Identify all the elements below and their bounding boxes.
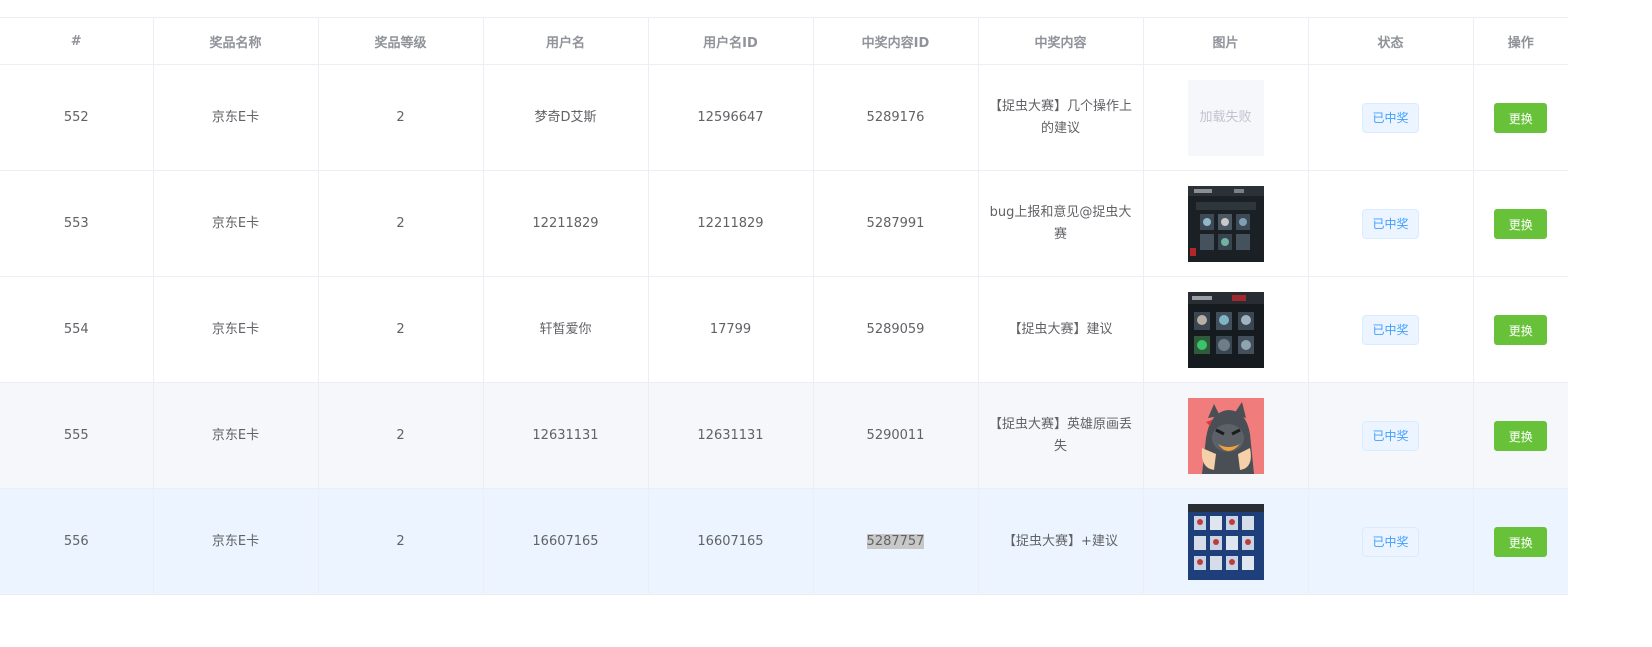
header-status[interactable]: 状态 xyxy=(1308,17,1474,65)
cell-user-id: 12596647 xyxy=(648,64,814,171)
game-screenshot-thumbnail[interactable] xyxy=(1187,185,1264,262)
cell-prize-level: 2 xyxy=(318,276,484,383)
cell-prize-level: 2 xyxy=(318,64,484,171)
cell-index: 552 xyxy=(0,64,154,171)
cell-image xyxy=(1143,488,1309,595)
status-badge: 已中奖 xyxy=(1362,314,1419,345)
status-badge: 已中奖 xyxy=(1362,102,1419,133)
game-screenshot-image xyxy=(1187,185,1264,262)
cell-image xyxy=(1143,170,1309,277)
table-row[interactable]: 555 京东E卡 2 12631131 12631131 5290011 【捉虫… xyxy=(0,382,1568,489)
cell-prize-level: 2 xyxy=(318,170,484,277)
header-prize-name[interactable]: 奖品名称 xyxy=(153,17,319,65)
cell-prize-name: 京东E卡 xyxy=(153,382,319,489)
cell-prize-name: 京东E卡 xyxy=(153,170,319,277)
cell-prize-level: 2 xyxy=(318,488,484,595)
cell-content-id: 5289059 xyxy=(813,276,979,383)
cell-content[interactable]: 【捉虫大赛】建议 xyxy=(978,276,1144,383)
cell-index: 555 xyxy=(0,382,154,489)
cell-status: 已中奖 xyxy=(1308,382,1474,489)
game-screenshot-thumbnail[interactable] xyxy=(1187,291,1264,368)
cell-username: 12631131 xyxy=(483,382,649,489)
game-screenshot-image xyxy=(1187,503,1264,580)
cell-index: 556 xyxy=(0,488,154,595)
cell-user-id: 12211829 xyxy=(648,170,814,277)
cell-action: 更换 xyxy=(1473,276,1568,383)
cartoon-avatar-image xyxy=(1187,397,1264,474)
cell-action: 更换 xyxy=(1473,170,1568,277)
header-index[interactable]: # xyxy=(0,17,154,65)
table-row[interactable]: 554 京东E卡 2 轩皙爱你 17799 5289059 【捉虫大赛】建议 已… xyxy=(0,276,1568,383)
cell-action: 更换 xyxy=(1473,64,1568,171)
header-action[interactable]: 操作 xyxy=(1473,17,1568,65)
header-user-id[interactable]: 用户名ID xyxy=(648,17,814,65)
header-prize-level[interactable]: 奖品等级 xyxy=(318,17,484,65)
cell-content-id: 5287991 xyxy=(813,170,979,277)
cell-user-id: 17799 xyxy=(648,276,814,383)
cell-username: 12211829 xyxy=(483,170,649,277)
cartoon-avatar-thumbnail[interactable] xyxy=(1187,397,1264,474)
table-header-row: # 奖品名称 奖品等级 用户名 用户名ID 中奖内容ID 中奖内容 图片 状态 … xyxy=(0,17,1568,65)
cell-image: 加载失败 xyxy=(1143,64,1309,171)
change-button[interactable]: 更换 xyxy=(1494,208,1548,239)
cell-index: 553 xyxy=(0,170,154,277)
cell-content[interactable]: 【捉虫大赛】几个操作上的建议 xyxy=(978,64,1144,171)
status-badge: 已中奖 xyxy=(1362,526,1419,557)
table-row[interactable]: 552 京东E卡 2 梦奇D艾斯 12596647 5289176 【捉虫大赛】… xyxy=(0,64,1568,171)
header-content-id[interactable]: 中奖内容ID xyxy=(813,17,979,65)
cell-content[interactable]: 【捉虫大赛】+建议 xyxy=(978,488,1144,595)
cell-status: 已中奖 xyxy=(1308,170,1474,277)
status-badge: 已中奖 xyxy=(1362,420,1419,451)
cell-action: 更换 xyxy=(1473,488,1568,595)
header-content[interactable]: 中奖内容 xyxy=(978,17,1144,65)
cell-status: 已中奖 xyxy=(1308,64,1474,171)
change-button[interactable]: 更换 xyxy=(1494,314,1548,345)
change-button[interactable]: 更换 xyxy=(1494,526,1548,557)
cell-prize-name: 京东E卡 xyxy=(153,64,319,171)
change-button[interactable]: 更换 xyxy=(1494,102,1548,133)
cell-content[interactable]: bug上报和意见@捉虫大赛 xyxy=(978,170,1144,277)
cell-user-id: 16607165 xyxy=(648,488,814,595)
cell-status: 已中奖 xyxy=(1308,488,1474,595)
image-load-failed-placeholder[interactable]: 加载失败 xyxy=(1187,79,1264,156)
cell-username: 梦奇D艾斯 xyxy=(483,64,649,171)
cell-prize-level: 2 xyxy=(318,382,484,489)
game-screenshot-thumbnail[interactable] xyxy=(1187,503,1264,580)
cell-username: 轩皙爱你 xyxy=(483,276,649,383)
cell-content-id: 5289176 xyxy=(813,64,979,171)
prize-table-wrapper: # 奖品名称 奖品等级 用户名 用户名ID 中奖内容ID 中奖内容 图片 状态 … xyxy=(0,17,1568,595)
cell-image xyxy=(1143,382,1309,489)
selected-content-id[interactable]: 5287757 xyxy=(866,533,925,549)
cell-content-id: 5287757 xyxy=(813,488,979,595)
table-row[interactable]: 553 京东E卡 2 12211829 12211829 5287991 bug… xyxy=(0,170,1568,277)
prize-winners-table: # 奖品名称 奖品等级 用户名 用户名ID 中奖内容ID 中奖内容 图片 状态 … xyxy=(0,17,1568,595)
cell-content-id: 5290011 xyxy=(813,382,979,489)
status-badge: 已中奖 xyxy=(1362,208,1419,239)
cell-username: 16607165 xyxy=(483,488,649,595)
header-image[interactable]: 图片 xyxy=(1143,17,1309,65)
header-username[interactable]: 用户名 xyxy=(483,17,649,65)
cell-image xyxy=(1143,276,1309,383)
game-screenshot-image xyxy=(1187,291,1264,368)
cell-prize-name: 京东E卡 xyxy=(153,488,319,595)
change-button[interactable]: 更换 xyxy=(1494,420,1548,451)
cell-action: 更换 xyxy=(1473,382,1568,489)
cell-user-id: 12631131 xyxy=(648,382,814,489)
cell-index: 554 xyxy=(0,276,154,383)
table-row[interactable]: 556 京东E卡 2 16607165 16607165 5287757 【捉虫… xyxy=(0,488,1568,595)
cell-prize-name: 京东E卡 xyxy=(153,276,319,383)
cell-content[interactable]: 【捉虫大赛】英雄原画丢失 xyxy=(978,382,1144,489)
cell-status: 已中奖 xyxy=(1308,276,1474,383)
